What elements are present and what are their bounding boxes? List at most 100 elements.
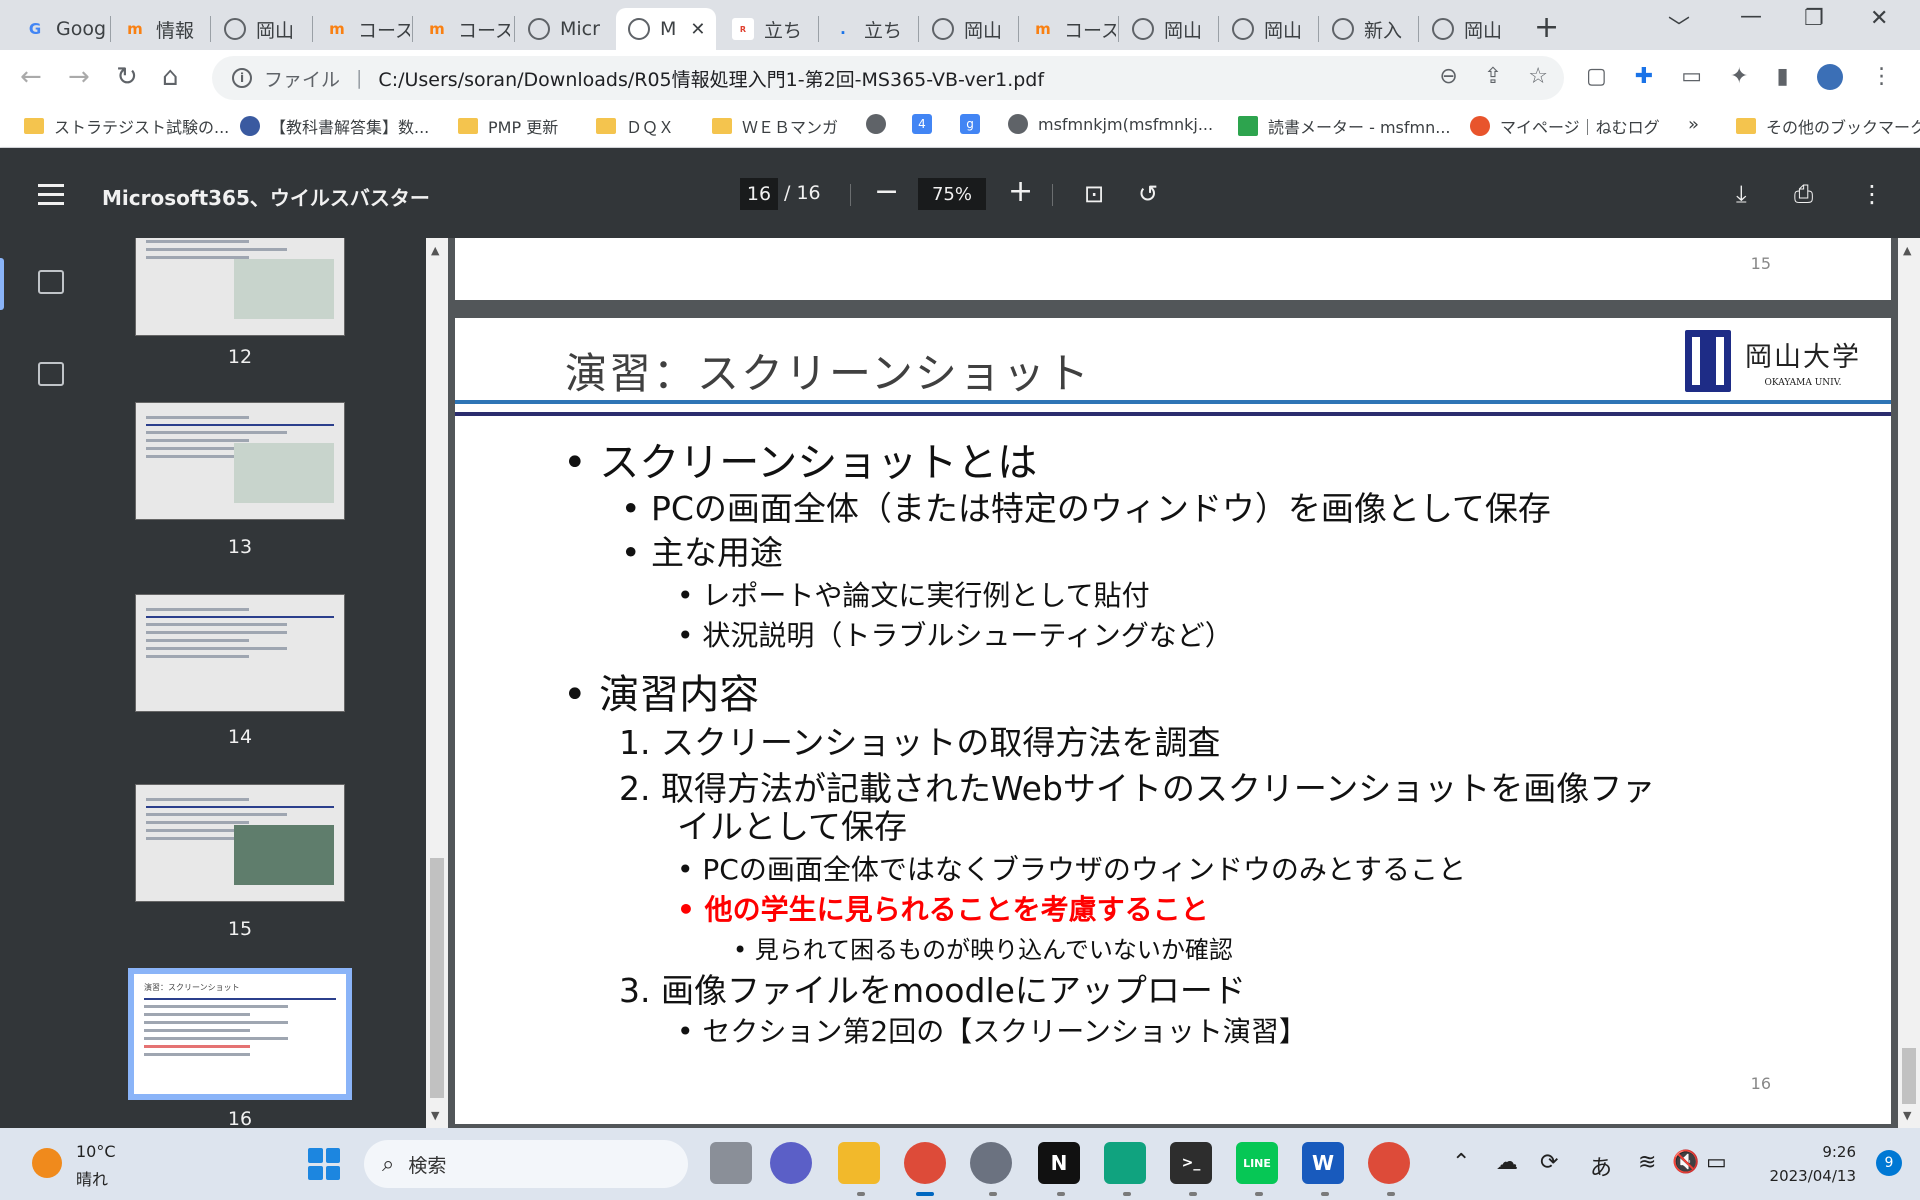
print-icon[interactable]: ⎙: [1794, 180, 1813, 208]
bookmark-g[interactable]: g: [960, 114, 990, 134]
rotate-icon[interactable]: ↺: [1138, 180, 1158, 208]
chrome-profile-icon[interactable]: [1368, 1142, 1410, 1184]
more-options-icon[interactable]: ⋮: [1860, 180, 1884, 208]
back-arrow-icon[interactable]: ←: [20, 62, 42, 92]
bookmark-pmp[interactable]: PMP 更新: [458, 114, 558, 138]
taskbar-search[interactable]: ⌕ 検索: [364, 1140, 688, 1188]
new-tab-button[interactable]: +: [1534, 10, 1559, 45]
zoom-out-button[interactable]: −: [874, 174, 899, 209]
bookmark-four[interactable]: 4: [912, 114, 942, 134]
restore-button[interactable]: ❐: [1804, 6, 1824, 31]
tab-moodle-1[interactable]: m 情報: [112, 8, 208, 50]
bookmark-dokusho[interactable]: 読書メーター - msfmn...: [1238, 114, 1451, 138]
page-number-input[interactable]: 16: [740, 178, 778, 210]
document-scroll-thumb[interactable]: [1902, 1048, 1916, 1104]
bookmark-nemulog[interactable]: マイページ｜ねむログ: [1470, 114, 1660, 138]
tab-course-2[interactable]: m コース: [414, 8, 510, 50]
document-scrollbar[interactable]: ▲ ▼: [1898, 238, 1920, 1128]
tray-overflow-chevron-icon[interactable]: ⌃: [1452, 1150, 1470, 1175]
terminal-icon[interactable]: >_: [1170, 1142, 1212, 1184]
reload-icon[interactable]: ↻: [116, 62, 138, 92]
tab-google[interactable]: G Goog: [12, 8, 108, 50]
bookmark-dqx[interactable]: ＤＱＸ: [596, 114, 674, 138]
bookmark-other[interactable]: その他のブックマーク: [1736, 114, 1920, 138]
extension-cast-icon[interactable]: ▭: [1681, 64, 1702, 90]
word-icon[interactable]: W: [1302, 1142, 1344, 1184]
tab-okayama-2[interactable]: 岡山: [920, 8, 1016, 50]
start-button[interactable]: [308, 1148, 340, 1180]
fit-page-icon[interactable]: ⊡: [1084, 180, 1104, 208]
settings-gear-icon[interactable]: [970, 1142, 1012, 1184]
bookmark-star-icon[interactable]: ☆: [1528, 64, 1548, 89]
tab-okayama-5[interactable]: 岡山: [1420, 8, 1516, 50]
tab-okayama-3[interactable]: 岡山: [1120, 8, 1216, 50]
tab-active-pdf[interactable]: M ✕: [616, 8, 716, 50]
sync-icon[interactable]: ⟳: [1540, 1150, 1558, 1175]
line-icon[interactable]: LINE: [1236, 1142, 1278, 1184]
bookmark-webmanga[interactable]: ＷＥＢマンガ: [712, 114, 838, 138]
onedrive-cloud-icon[interactable]: ☁: [1496, 1150, 1518, 1175]
bookmarks-overflow-button[interactable]: »: [1688, 114, 1699, 135]
scroll-up-arrow[interactable]: ▲: [431, 244, 439, 257]
scroll-up-arrow[interactable]: ▲: [1903, 244, 1911, 257]
tab-search-icon[interactable]: ﹀: [1668, 10, 1690, 42]
chrome-icon[interactable]: [904, 1142, 946, 1184]
info-icon[interactable]: i: [232, 68, 252, 88]
tab-ready[interactable]: R 立ち: [720, 8, 816, 50]
task-view-icon[interactable]: [710, 1142, 752, 1184]
url-text[interactable]: C:/Users/soran/Downloads/R05情報処理入門1-第2回-…: [378, 65, 1044, 92]
more-menu-icon[interactable]: ⋮: [1871, 64, 1893, 90]
thumbnail-page-15[interactable]: [135, 784, 345, 902]
notion-icon[interactable]: N: [1038, 1142, 1080, 1184]
thumbnail-scroll-thumb[interactable]: [430, 858, 444, 1098]
menu-hamburger-icon[interactable]: [38, 184, 64, 211]
system-clock[interactable]: 9:26 2023/04/13: [1770, 1140, 1856, 1188]
extensions-puzzle-icon[interactable]: ✦: [1730, 64, 1748, 90]
share-icon[interactable]: ⇪: [1484, 64, 1502, 89]
tab-ready-2[interactable]: . 立ち: [820, 8, 916, 50]
zoom-in-button[interactable]: +: [1008, 174, 1033, 209]
tab-microsoft[interactable]: Micr: [516, 8, 612, 50]
weather-temperature[interactable]: 10°C: [76, 1142, 116, 1161]
zoom-magnifier-icon[interactable]: ⊖: [1439, 64, 1457, 89]
scroll-down-arrow[interactable]: ▼: [1903, 1109, 1911, 1122]
thumbnail-view-icon[interactable]: [38, 270, 64, 294]
volume-muted-icon[interactable]: 🔇: [1672, 1150, 1699, 1175]
extension-pocket-icon[interactable]: ▢: [1586, 64, 1607, 90]
thumbnail-scrollbar[interactable]: ▲ ▼: [426, 238, 448, 1128]
forward-arrow-icon[interactable]: →: [68, 62, 90, 92]
weather-sun-icon[interactable]: [32, 1148, 62, 1178]
tab-shinnyu[interactable]: 新入: [1320, 8, 1416, 50]
extension-blue-icon[interactable]: ✚: [1635, 64, 1653, 90]
address-bar[interactable]: i ファイル | C:/Users/soran/Downloads/R05情報処…: [212, 56, 1564, 100]
tab-course-1[interactable]: m コース: [314, 8, 410, 50]
thumbnail-page-12[interactable]: [135, 238, 345, 336]
bookmark-msfmnkjm[interactable]: msfmnkjm(msfmnkj...: [1008, 114, 1213, 134]
bookmark-globe[interactable]: [866, 114, 896, 134]
wifi-icon[interactable]: ≋: [1638, 1150, 1656, 1175]
notification-badge[interactable]: 9: [1876, 1150, 1902, 1176]
side-panel-icon[interactable]: ▮: [1776, 64, 1788, 90]
scroll-down-arrow[interactable]: ▼: [431, 1109, 439, 1122]
profile-avatar[interactable]: [1816, 64, 1843, 90]
download-icon[interactable]: ⤓: [1736, 180, 1747, 208]
zoom-input[interactable]: 75%: [918, 178, 986, 210]
bookmark-strategist[interactable]: ストラテジスト試験の...: [24, 114, 229, 138]
tab-okayama-1[interactable]: 岡山: [212, 8, 308, 50]
tab-course-3[interactable]: m コース: [1020, 8, 1116, 50]
tab-okayama-4[interactable]: 岡山: [1220, 8, 1316, 50]
ime-indicator[interactable]: あ: [1590, 1150, 1612, 1182]
close-tab-icon[interactable]: ✕: [690, 19, 705, 40]
weather-description[interactable]: 晴れ: [76, 1166, 108, 1190]
chatgpt-icon[interactable]: [1104, 1142, 1146, 1184]
thumbnail-page-13[interactable]: [135, 402, 345, 520]
minimize-button[interactable]: —: [1740, 4, 1762, 29]
bookmark-textbook[interactable]: 【教科書解答集】数...: [240, 114, 429, 138]
battery-icon[interactable]: ▭: [1706, 1150, 1727, 1175]
file-explorer-icon[interactable]: [838, 1142, 880, 1184]
thumbnail-page-16[interactable]: 演習：スクリーンショット: [128, 968, 352, 1100]
home-icon[interactable]: ⌂: [162, 62, 179, 92]
close-window-button[interactable]: ✕: [1870, 6, 1888, 31]
thumbnail-page-14[interactable]: [135, 594, 345, 712]
outline-view-icon[interactable]: [38, 362, 64, 386]
